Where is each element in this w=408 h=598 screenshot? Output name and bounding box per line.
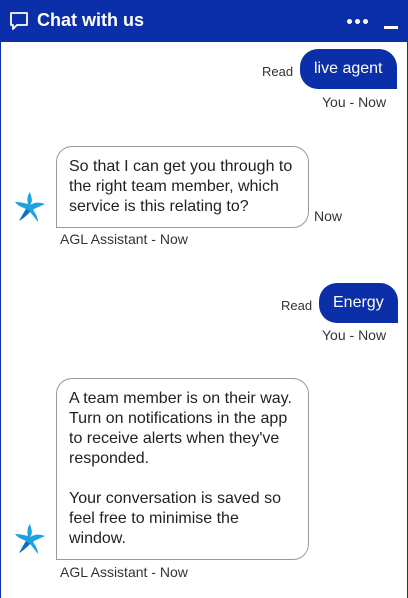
assistant-message-text: A team member is on their way. Turn on n… (69, 390, 292, 467)
chat-window: Chat with us Read live agent You - Now S… (0, 0, 408, 598)
minimise-button[interactable] (381, 10, 401, 32)
read-receipt: Read (281, 298, 313, 313)
agl-star-icon (15, 192, 45, 222)
agl-star-icon (15, 524, 45, 554)
message-meta: You - Now (322, 94, 387, 110)
chat-title: Chat with us (37, 10, 144, 30)
message-meta: AGL Assistant - Now (60, 231, 188, 247)
assistant-message-bubble: So that I can get you through to the rig… (56, 146, 309, 228)
more-options-button[interactable] (341, 12, 373, 30)
read-receipt: Read (262, 64, 294, 79)
message-meta: You - Now (322, 327, 387, 343)
user-message-bubble: live agent (300, 49, 397, 89)
assistant-message-text: So that I can get you through to the rig… (69, 158, 293, 215)
assistant-message-text: Your conversation is saved so feel free … (69, 490, 281, 547)
user-message-bubble: Energy (319, 283, 398, 323)
more-dots-icon (346, 18, 352, 24)
chat-header: Chat with us (1, 0, 407, 42)
message-meta: AGL Assistant - Now (60, 564, 188, 580)
message-time: Now (314, 208, 343, 224)
chat-bubble-icon (10, 12, 28, 30)
assistant-message-bubble: A team member is on their way. Turn on n… (56, 378, 309, 560)
